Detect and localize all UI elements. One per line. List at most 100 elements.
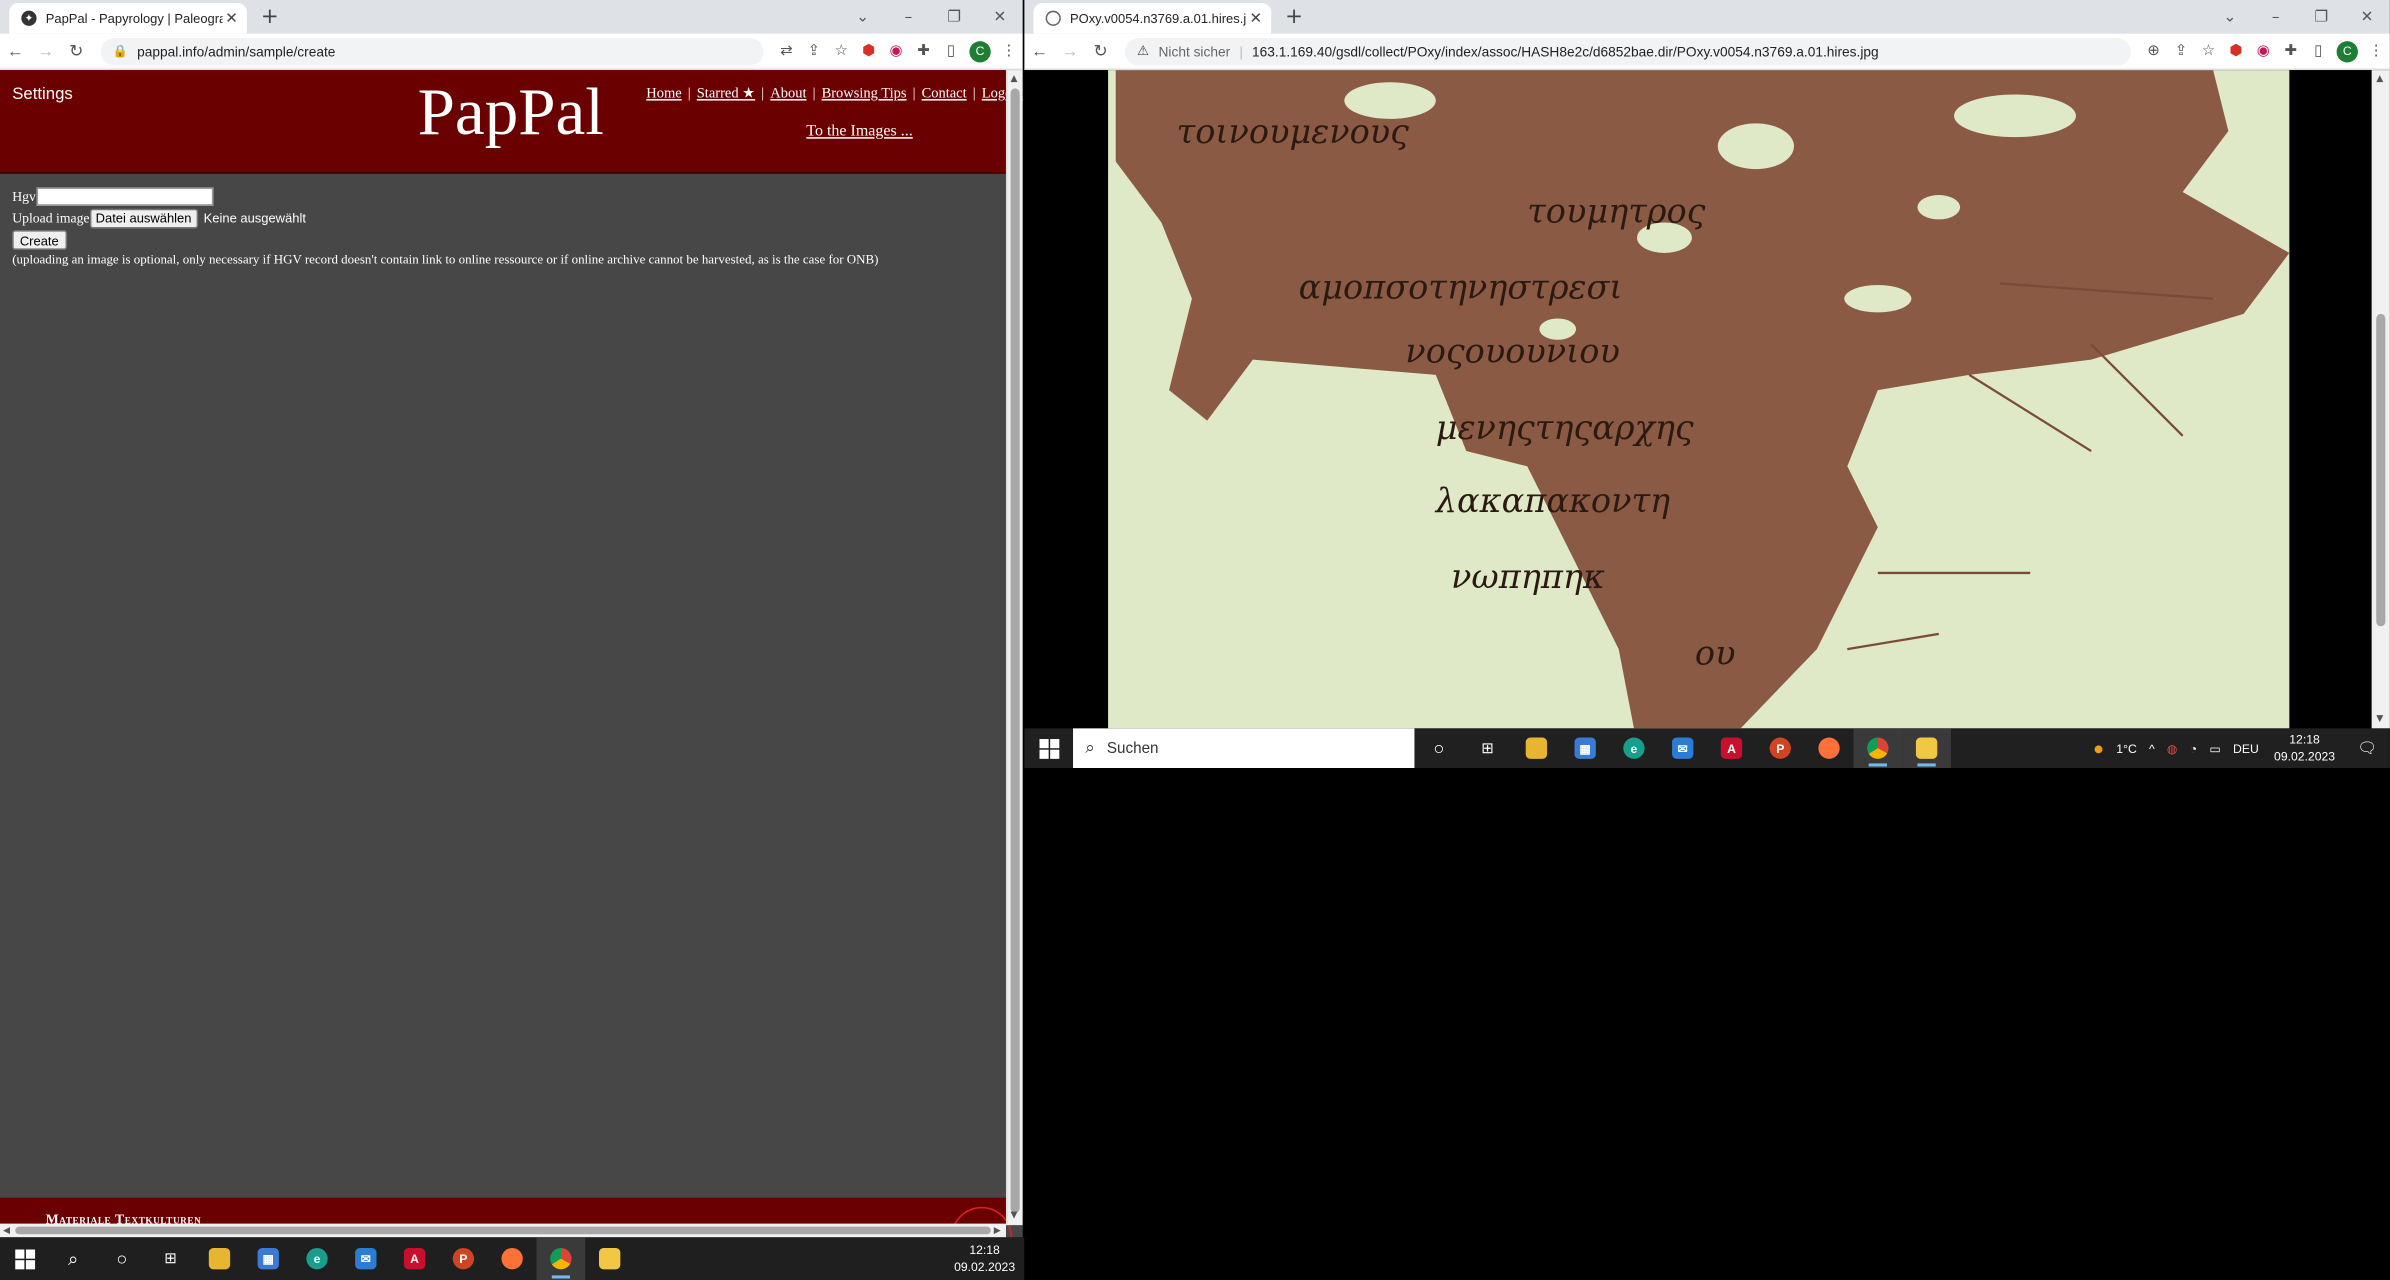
tab-pappal[interactable]: ✦ PapPal - Papyrology | Paleograph ✕ — [9, 3, 247, 34]
hgv-input[interactable] — [35, 187, 213, 206]
cortana-button[interactable]: ○ — [1414, 728, 1463, 768]
mail-button[interactable]: ✉ — [341, 1237, 390, 1280]
chrome-button[interactable] — [536, 1237, 586, 1280]
pappal-logo[interactable]: PapPal — [418, 73, 604, 151]
firefox-button[interactable] — [488, 1237, 537, 1280]
nav-starred[interactable]: Starred ★ — [697, 87, 755, 102]
language-indicator[interactable]: DEU — [2233, 741, 2259, 755]
share-icon[interactable]: ⇪ — [2167, 43, 2194, 60]
start-button[interactable] — [0, 1237, 49, 1280]
extension-ub-icon[interactable]: ◉ — [2250, 43, 2277, 60]
taskbar-search-box[interactable]: ⌕ Suchen — [1073, 728, 1415, 768]
nav-browsing-tips[interactable]: Browsing Tips — [822, 87, 907, 102]
tab-search-icon[interactable]: ⌄ — [2207, 0, 2253, 34]
search-button[interactable]: ⌕ — [49, 1237, 98, 1280]
menu-kebab-icon[interactable]: ⋮ — [995, 43, 1022, 60]
powerpoint-button[interactable]: P — [439, 1237, 488, 1280]
mail-button[interactable]: ✉ — [1658, 728, 1707, 768]
nav-about[interactable]: About — [770, 87, 806, 102]
reload-icon[interactable]: ↻ — [61, 41, 91, 61]
forward-icon[interactable]: → — [1055, 42, 1085, 60]
weather-sun-icon[interactable]: ● — [2093, 738, 2104, 759]
profile-avatar[interactable]: C — [969, 40, 991, 62]
bookmark-star-icon[interactable]: ☆ — [828, 43, 855, 60]
chrome-button[interactable] — [1853, 728, 1903, 768]
scroll-down-icon[interactable]: ▼ — [1011, 1210, 1018, 1221]
create-button[interactable]: Create — [12, 230, 67, 250]
address-bar[interactable]: 🔒 pappal.info/admin/sample/create — [100, 37, 764, 65]
cortana-button[interactable]: ○ — [98, 1237, 147, 1280]
horizontal-scroll-thumb[interactable] — [15, 1226, 991, 1235]
restore-button[interactable]: ❐ — [931, 0, 977, 34]
scroll-down-icon[interactable]: ▼ — [2376, 713, 2383, 724]
address-bar[interactable]: ⚠ Nicht sicher | 163.1.169.40/gsdl/colle… — [1124, 37, 2131, 65]
close-tab-icon[interactable]: ✕ — [1247, 10, 1265, 27]
security-tray-icon[interactable]: ◍ — [2167, 741, 2178, 755]
edge-button[interactable]: e — [293, 1237, 342, 1280]
horizontal-scrollbar[interactable]: ◀ ▶ — [0, 1223, 1006, 1238]
left-toolbar: ← → ↻ 🔒 pappal.info/admin/sample/create … — [0, 33, 1023, 71]
task-view-button[interactable]: ⊞ — [1463, 728, 1512, 768]
new-tab-button[interactable]: + — [256, 3, 283, 30]
forward-icon[interactable]: → — [30, 42, 60, 60]
minimize-button[interactable]: – — [886, 0, 932, 34]
image-vertical-scrollbar[interactable]: ▲ ▼ — [2371, 70, 2390, 729]
translate-icon[interactable]: ⇄ — [773, 43, 800, 60]
vertical-scroll-thumb[interactable] — [1010, 88, 1020, 1213]
scroll-left-icon[interactable]: ◀ — [3, 1225, 10, 1236]
acrobat-button[interactable]: A — [1707, 728, 1756, 768]
restore-button[interactable]: ❐ — [2298, 0, 2344, 34]
side-panel-icon[interactable]: ▯ — [2305, 43, 2332, 60]
settings-link[interactable]: Settings — [12, 85, 73, 103]
minimize-button[interactable]: – — [2253, 0, 2299, 34]
tab-poxy-image[interactable]: POxy.v0054.n3769.a.01.hires.jpg ✕ — [1033, 3, 1272, 34]
temperature[interactable]: 1°C — [2116, 741, 2136, 755]
extension-shield-icon[interactable]: ⬢ — [2222, 43, 2249, 60]
edge-button[interactable]: e — [1610, 728, 1659, 768]
back-icon[interactable]: ← — [1024, 42, 1054, 60]
extension-shield-icon[interactable]: ⬢ — [855, 43, 882, 60]
clock-left[interactable]: 12:18 09.02.2023 — [954, 1242, 1015, 1276]
start-button[interactable] — [1024, 728, 1073, 768]
powerpoint-button[interactable]: P — [1756, 728, 1805, 768]
notes-app-button[interactable] — [585, 1237, 634, 1280]
acrobat-button[interactable]: A — [390, 1237, 439, 1280]
image-scroll-thumb[interactable] — [2376, 313, 2386, 627]
file-explorer-button[interactable] — [1512, 728, 1561, 768]
scroll-right-icon[interactable]: ▶ — [994, 1225, 1001, 1236]
store-button[interactable]: ▦ — [244, 1237, 293, 1280]
store-button[interactable]: ▦ — [1561, 728, 1610, 768]
extensions-puzzle-icon[interactable]: ✚ — [910, 43, 937, 60]
close-window-button[interactable]: ✕ — [977, 0, 1023, 34]
extensions-puzzle-icon[interactable]: ✚ — [2277, 43, 2304, 60]
share-icon[interactable]: ⇪ — [800, 43, 827, 60]
scroll-up-icon[interactable]: ▲ — [1011, 73, 1018, 84]
menu-kebab-icon[interactable]: ⋮ — [2363, 43, 2390, 60]
profile-avatar[interactable]: C — [2336, 40, 2358, 62]
tray-chevron-icon[interactable]: ^ — [2149, 741, 2155, 755]
new-tab-button[interactable]: + — [1280, 3, 1307, 30]
nav-home[interactable]: Home — [646, 87, 681, 102]
back-icon[interactable]: ← — [0, 42, 30, 60]
extension-ub-icon[interactable]: ◉ — [883, 43, 910, 60]
nav-contact[interactable]: Contact — [922, 87, 967, 102]
tab-search-icon[interactable]: ⌄ — [840, 0, 886, 34]
to-images-link[interactable]: To the Images ... — [806, 123, 912, 140]
notes-app-button[interactable] — [1902, 728, 1951, 768]
close-window-button[interactable]: ✕ — [2344, 0, 2390, 34]
file-explorer-button[interactable] — [195, 1237, 244, 1280]
vertical-scrollbar[interactable]: ▲ ▼ — [1005, 70, 1023, 1226]
close-tab-icon[interactable]: ✕ — [223, 10, 241, 27]
firefox-button[interactable] — [1805, 728, 1854, 768]
battery-icon[interactable]: ▭ — [2209, 741, 2221, 755]
notification-icon[interactable]: 🗨 — [2350, 740, 2384, 757]
reload-icon[interactable]: ↻ — [1085, 41, 1115, 61]
scroll-up-icon[interactable]: ▲ — [2376, 73, 2383, 84]
bookmark-star-icon[interactable]: ☆ — [2195, 43, 2222, 60]
choose-file-button[interactable]: Datei auswählen — [89, 207, 198, 228]
clock-right[interactable]: 12:18 09.02.2023 — [2274, 731, 2335, 765]
network-icon[interactable]: ◔ — [2190, 741, 2197, 755]
side-panel-icon[interactable]: ▯ — [937, 43, 964, 60]
task-view-button[interactable]: ⊞ — [146, 1237, 195, 1280]
zoom-icon[interactable]: ⊕ — [2140, 43, 2167, 60]
